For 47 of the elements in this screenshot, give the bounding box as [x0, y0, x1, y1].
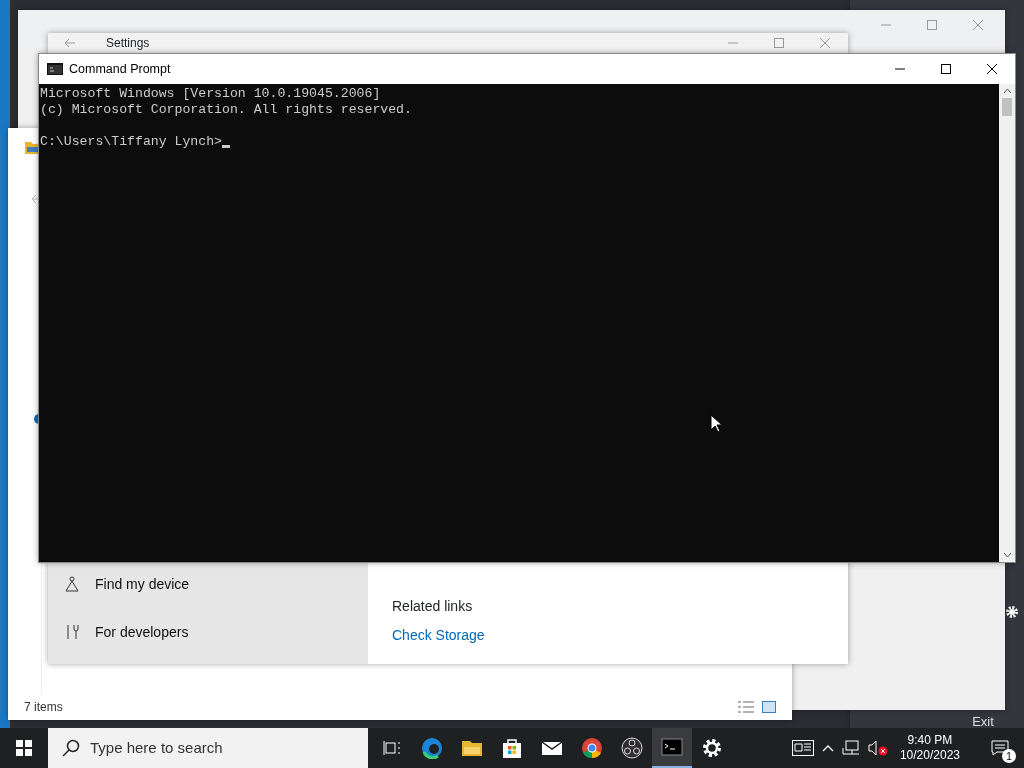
maximize-icon — [926, 20, 938, 30]
chevron-up-icon[interactable] — [821, 744, 834, 752]
windows-logo-icon — [16, 740, 32, 756]
maximize-icon — [940, 64, 952, 74]
speaker-muted-icon[interactable] — [867, 740, 888, 756]
scroll-up-icon[interactable] — [1002, 88, 1012, 94]
link[interactable]: Check Storage — [392, 625, 485, 646]
thumbnail-view-icon[interactable] — [762, 701, 776, 713]
maximize-icon — [773, 38, 785, 48]
nav-item[interactable]: Find my device — [95, 573, 190, 595]
message-icon — [991, 740, 1009, 756]
search-icon — [62, 739, 80, 757]
mouse-pointer-icon — [710, 414, 722, 433]
obs-icon — [621, 737, 643, 759]
task-view-icon — [383, 740, 401, 756]
clock[interactable]: 9:40 PM 10/20/2023 — [895, 733, 964, 763]
close-icon — [972, 20, 984, 30]
terminal-icon — [661, 736, 683, 758]
edge-icon — [421, 737, 443, 759]
scroll-down-icon[interactable] — [1002, 552, 1012, 558]
taskbar-app-button[interactable] — [652, 728, 692, 768]
console-prompt: C:\Users\Tiffany Lynch> — [40, 134, 223, 150]
terminal-icon — [47, 63, 63, 75]
window-title: Settings — [106, 35, 151, 52]
exit-button[interactable]: Exit — [972, 715, 994, 728]
shopping-bag-icon — [501, 737, 523, 759]
gear-icon — [1005, 605, 1019, 619]
section-heading: Related links — [392, 597, 474, 616]
window-title: Command Prompt — [69, 60, 172, 78]
nav-item[interactable]: For developers — [95, 621, 189, 643]
status-text: 7 items — [24, 699, 63, 716]
tools-icon — [64, 624, 80, 640]
chrome-icon — [581, 737, 603, 759]
network-icon[interactable] — [841, 740, 860, 756]
gear-icon — [701, 737, 723, 759]
scrollbar-thumb[interactable] — [1002, 98, 1012, 116]
console-text: Microsoft Windows [Version 10.0.19045.2006] — [40, 86, 381, 102]
console-text: (c) Microsoft Corporation. All rights reserved. — [40, 102, 412, 118]
text-cursor — [222, 145, 231, 148]
close-icon — [819, 38, 831, 48]
close-icon — [986, 64, 998, 74]
back-arrow-icon[interactable] — [64, 38, 76, 48]
search-field[interactable]: Type here to search — [48, 728, 368, 768]
person-pin-icon — [64, 576, 80, 592]
notification-button[interactable]: 1 — [980, 728, 1020, 768]
notification-count: 1 — [1002, 749, 1016, 763]
news-icon[interactable] — [791, 740, 814, 756]
